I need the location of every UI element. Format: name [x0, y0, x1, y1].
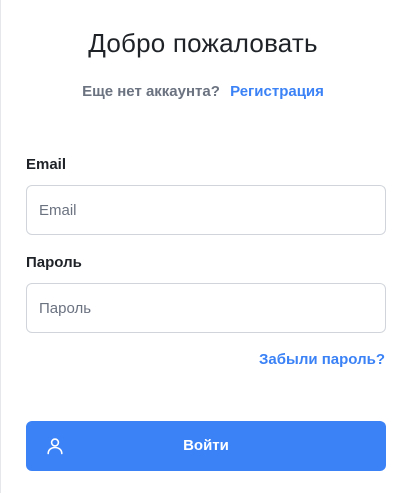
- signup-row: Еще нет аккаунта? Регистрация: [1, 83, 405, 100]
- login-button[interactable]: Войти: [26, 421, 386, 471]
- signup-link[interactable]: Регистрация: [230, 83, 324, 100]
- password-field[interactable]: [26, 283, 386, 333]
- signup-prompt: Еще нет аккаунта?: [82, 83, 220, 100]
- user-icon: [47, 438, 63, 455]
- forgot-password-link[interactable]: Забыли пароль?: [259, 351, 385, 368]
- email-label: Email: [26, 156, 67, 173]
- password-label: Пароль: [26, 254, 82, 271]
- page-title: Добро пожаловать: [88, 28, 318, 58]
- login-card: Добро пожаловать Еще нет аккаунта? Регис…: [0, 0, 405, 493]
- email-field[interactable]: [26, 185, 386, 235]
- login-button-label: Войти: [183, 437, 229, 454]
